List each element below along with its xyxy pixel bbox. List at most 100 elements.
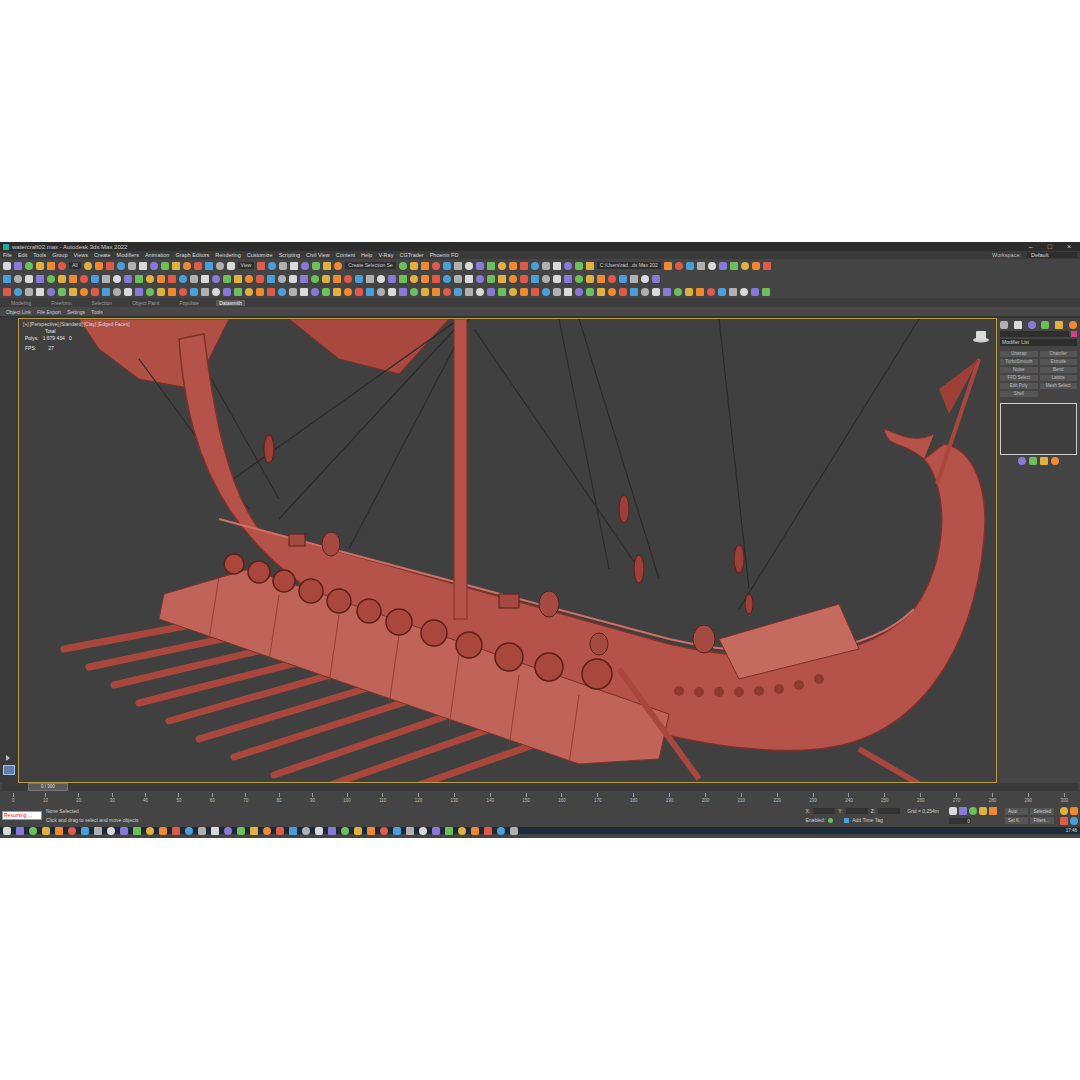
tool-icon[interactable] [3,288,11,296]
tool-icon[interactable] [432,827,440,835]
tool-icon[interactable] [586,288,594,296]
tool-icon[interactable] [161,262,169,270]
ribbon-item[interactable]: Settings [67,309,85,315]
key-button[interactable]: Auto [1005,808,1029,815]
modifier-stack[interactable] [1000,403,1077,455]
tool-icon[interactable] [159,827,167,835]
tool-icon[interactable] [443,275,451,283]
tool-icon[interactable] [542,262,550,270]
menu-item[interactable]: Graph Editors [175,252,209,258]
tool-icon[interactable] [1029,457,1037,465]
tool-icon[interactable] [697,262,705,270]
tool-icon[interactable] [708,262,716,270]
tool-icon[interactable] [250,827,258,835]
object-color-swatch[interactable] [1071,331,1077,337]
modifier-button[interactable]: Bend [1040,367,1078,373]
tool-icon[interactable] [586,275,594,283]
tool-icon[interactable] [42,827,50,835]
tool-icon[interactable] [421,275,429,283]
tool-icon[interactable] [301,262,309,270]
tool-icon[interactable] [608,288,616,296]
ribbon-tab[interactable]: Object Paint [129,300,162,306]
tool-icon[interactable] [106,262,114,270]
tool-icon[interactable] [311,288,319,296]
tool-icon[interactable] [267,288,275,296]
tool-icon[interactable] [630,275,638,283]
tool-icon[interactable] [685,288,693,296]
tool-icon[interactable] [16,827,24,835]
tool-icon[interactable] [300,288,308,296]
tool-icon[interactable] [564,275,572,283]
tool-icon[interactable] [1070,817,1078,825]
tool-icon[interactable] [14,288,22,296]
time-slider-thumb[interactable]: 0 / 300 [28,783,68,791]
tool-icon[interactable] [268,262,276,270]
tool-icon[interactable] [484,827,492,835]
tool-icon[interactable] [718,288,726,296]
tool-icon[interactable] [1040,457,1048,465]
tool-icon[interactable] [399,288,407,296]
tool-icon[interactable] [454,288,462,296]
tool-icon[interactable] [520,262,528,270]
menu-item[interactable]: File [3,252,12,258]
coord-field[interactable] [878,808,900,814]
tool-icon[interactable] [355,288,363,296]
time-tag-icon[interactable] [844,818,849,823]
viewport-menu[interactable]: [Perspective] [30,321,59,327]
tool-icon[interactable] [752,262,760,270]
tool-icon[interactable] [989,807,997,815]
menu-item[interactable]: Customize [247,252,273,258]
tool-icon[interactable] [366,288,374,296]
tool-icon[interactable] [497,827,505,835]
tool-icon[interactable] [1041,321,1049,329]
tool-icon[interactable] [146,288,154,296]
tool-icon[interactable] [630,288,638,296]
tool-icon[interactable] [575,288,583,296]
modifier-button[interactable]: Mesh Select [1040,383,1078,389]
tool-icon[interactable] [179,275,187,283]
tool-icon[interactable] [641,288,649,296]
tool-icon[interactable] [36,275,44,283]
tool-icon[interactable] [355,275,363,283]
menu-item[interactable]: Help [361,252,372,258]
tool-icon[interactable] [487,288,495,296]
tool-icon[interactable] [341,827,349,835]
menu-item[interactable]: V-Ray [378,252,393,258]
tool-icon[interactable] [619,275,627,283]
time-slider-track[interactable]: 0 / 300 [2,783,1078,791]
tool-icon[interactable] [471,827,479,835]
tool-icon[interactable] [399,262,407,270]
ribbon-tab[interactable]: Selection [89,300,116,306]
tool-icon[interactable] [564,262,572,270]
tool-icon[interactable] [399,275,407,283]
tool-icon[interactable] [113,275,121,283]
tool-icon[interactable] [81,827,89,835]
tool-icon[interactable] [124,288,132,296]
tool-icon[interactable] [267,275,275,283]
window-control[interactable]: – [1023,243,1039,250]
coord-field[interactable] [813,808,835,814]
tool-icon[interactable] [3,827,11,835]
tool-icon[interactable] [664,262,672,270]
current-frame-field[interactable]: 0 [949,818,971,824]
modifier-button[interactable]: Shell [1000,391,1038,397]
tool-icon[interactable] [289,275,297,283]
tool-icon[interactable] [498,288,506,296]
tool-icon[interactable] [334,262,342,270]
tool-icon[interactable] [256,275,264,283]
project-folder-dropdown[interactable]: C:\Users\rad...ds Max 202 [597,262,661,270]
tool-icon[interactable] [564,288,572,296]
tool-icon[interactable] [234,288,242,296]
tool-icon[interactable] [979,807,987,815]
viewport-menu[interactable]: [+] [23,321,29,327]
tool-icon[interactable] [686,262,694,270]
menu-item[interactable]: CGTrader [399,252,423,258]
expand-icon[interactable] [6,755,12,761]
tool-icon[interactable] [542,275,550,283]
menu-item[interactable]: Animation [145,252,169,258]
tool-icon[interactable] [315,827,323,835]
key-button[interactable]: Filters... [1030,817,1054,824]
tool-icon[interactable] [366,275,374,283]
tool-icon[interactable] [487,275,495,283]
tool-icon[interactable] [377,288,385,296]
